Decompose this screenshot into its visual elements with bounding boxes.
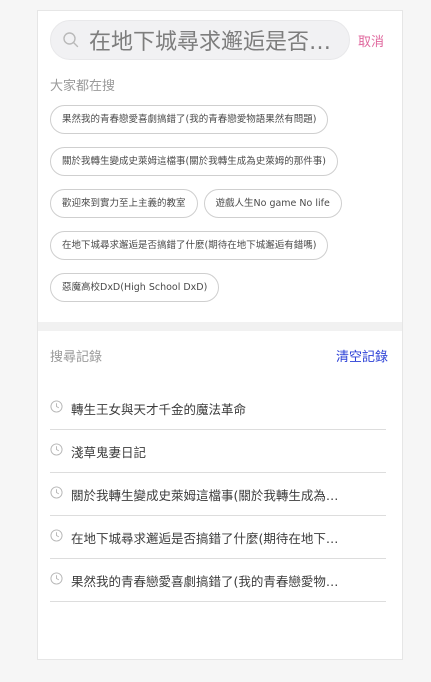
history-item[interactable]: 淺草鬼妻日記 [50,430,386,473]
clock-icon [50,528,63,542]
cancel-button[interactable]: 取消 [358,31,384,50]
search-box[interactable]: 在地下城尋求邂逅是否搞錯了什麼(期待在地下城邂逅有錯嗎) [50,20,350,60]
hot-search-tag[interactable]: 在地下城尋求邂逅是否搞錯了什麼(期待在地下城邂逅有錯嗎) [50,231,329,260]
history-item-label: 轉生王女與天才千金的魔法革命 [71,401,247,417]
clock-icon [50,571,63,585]
history-item[interactable]: 果然我的青春戀愛喜劇搞錯了(我的青春戀愛物語果然有問題) [50,559,386,602]
hot-search-tag[interactable]: 果然我的青春戀愛喜劇搞錯了(我的青春戀愛物語果然有問題) [50,105,329,134]
history-item[interactable]: 在地下城尋求邂逅是否搞錯了什麼(期待在地下城邂逅有錯嗎) [50,516,386,559]
search-panel: 在地下城尋求邂逅是否搞錯了什麼(期待在地下城邂逅有錯嗎) 取消 大家都在搜 果然… [37,10,403,660]
clock-icon [50,442,63,456]
hot-search-tag[interactable]: 關於我轉生變成史萊姆這檔事(關於我轉生成為史萊姆的那件事) [50,147,338,176]
hot-search-tag[interactable]: 歡迎來到實力至上主義的教室 [50,189,198,218]
history-item-label: 果然我的青春戀愛喜劇搞錯了(我的青春戀愛物語果然有問題) [71,573,341,589]
search-bar: 在地下城尋求邂逅是否搞錯了什麼(期待在地下城邂逅有錯嗎) 取消 [50,19,390,61]
history-item-label: 在地下城尋求邂逅是否搞錯了什麼(期待在地下城邂逅有錯嗎) [71,530,341,546]
history-item[interactable]: 轉生王女與天才千金的魔法革命 [50,387,386,430]
search-input[interactable]: 在地下城尋求邂逅是否搞錯了什麼(期待在地下城邂逅有錯嗎) [89,24,344,56]
section-divider [38,322,402,331]
history-title: 搜尋記錄 [50,350,103,365]
history-list: 轉生王女與天才千金的魔法革命 淺草鬼妻日記 關於我轉生變成史萊姆這檔事(關於我轉… [50,387,386,602]
history-item[interactable]: 關於我轉生變成史萊姆這檔事(關於我轉生成為史萊姆的那件事) [50,473,386,516]
clock-icon [50,485,63,499]
search-icon [63,32,79,48]
hot-search-tags: 果然我的青春戀愛喜劇搞錯了(我的青春戀愛物語果然有問題) 關於我轉生變成史萊姆這… [50,105,390,302]
history-item-label: 淺草鬼妻日記 [71,444,147,460]
hot-search-tag[interactable]: 惡魔高校DxD(High School DxD) [50,273,220,302]
clock-icon [50,399,63,413]
hot-search-tag[interactable]: 遊戲人生No game No life [203,189,342,218]
hot-searches-title: 大家都在搜 [50,79,116,94]
clear-history-button[interactable]: 清空記錄 [336,346,388,365]
history-item-label: 關於我轉生變成史萊姆這檔事(關於我轉生成為史萊姆的那件事) [71,487,341,503]
